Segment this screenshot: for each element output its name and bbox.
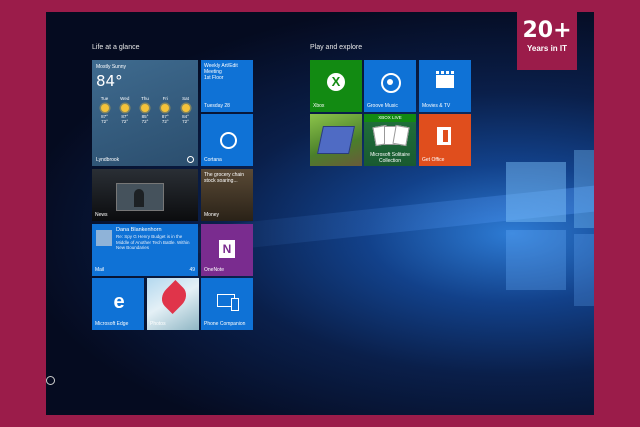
forecast-low: 72° xyxy=(141,119,149,124)
onenote-icon: N xyxy=(219,240,235,258)
mail-tile[interactable]: Dana Blankenhorn Re: Spy G Henry Budget … xyxy=(92,224,198,276)
brand-logo: 20+ Years in IT xyxy=(517,12,577,70)
groove-music-label: Groove Music xyxy=(367,103,398,109)
windows-logo-pane xyxy=(574,150,594,228)
xbox-live-banner: XBOX LIVE xyxy=(378,115,402,120)
forecast-high: 87° xyxy=(121,113,129,119)
forecast-day: Tue 87° 72° xyxy=(96,96,113,125)
photos-label: Photos xyxy=(150,321,166,327)
forecast-day: Wed 87° 72° xyxy=(116,96,133,125)
forecast-day-name: Tue xyxy=(100,96,109,101)
game-tile[interactable] xyxy=(310,114,362,166)
edge-tile[interactable]: e Microsoft Edge xyxy=(92,278,144,330)
playing-card-icon xyxy=(392,124,410,147)
sun-icon xyxy=(161,103,170,112)
sun-icon xyxy=(141,103,149,112)
money-tile[interactable]: The grocery chain stock soaring... Money xyxy=(201,169,253,221)
edge-icon: e xyxy=(113,291,125,313)
groove-music-icon-center xyxy=(387,79,393,85)
desktop-background: Life at a glance Play and explore Mostly… xyxy=(46,12,594,415)
brand-number: 20+ xyxy=(522,18,572,43)
forecast-day: Sat 84° 72° xyxy=(177,96,194,125)
photo-leaf-image xyxy=(157,280,191,314)
game-artwork xyxy=(317,126,355,154)
calendar-tile[interactable]: Weekly Art/Edit Meeting 1st Floor Tuesday… xyxy=(201,60,253,112)
forecast-high: 85° xyxy=(141,113,149,119)
money-label: Money xyxy=(204,212,220,218)
windows-logo-pane xyxy=(506,230,566,290)
forecast-high: 87° xyxy=(101,113,108,119)
movies-tv-tile[interactable]: Movies & TV xyxy=(419,60,471,112)
photos-tile[interactable]: Photos xyxy=(147,278,199,330)
calendar-event-location: 1st Floor xyxy=(204,75,224,81)
calendar-date: Tuesday 28 xyxy=(204,103,230,109)
forecast-day-name: Thu xyxy=(141,96,149,101)
forecast-low: 72° xyxy=(121,119,129,124)
weather-location: Lyndbrook xyxy=(96,157,120,163)
sun-icon xyxy=(100,103,109,112)
avatar xyxy=(96,230,112,246)
forecast-day-name: Fri xyxy=(162,96,168,101)
windows-logo-pane xyxy=(506,162,566,222)
brand-tagline: Years in IT xyxy=(526,44,568,53)
onenote-tile[interactable]: N OneNote xyxy=(201,224,253,276)
weather-condition: Mostly Sunny xyxy=(96,64,127,70)
forecast-low: 72° xyxy=(101,119,108,124)
group-title-play: Play and explore xyxy=(310,44,363,51)
mail-sender: Dana Blankenhorn xyxy=(116,227,162,233)
news-image-person xyxy=(134,189,144,207)
cortana-tile[interactable]: Cortana xyxy=(201,114,253,166)
onenote-label: OneNote xyxy=(204,267,225,273)
weather-temperature: 84° xyxy=(96,72,123,90)
groove-music-tile[interactable]: Groove Music xyxy=(364,60,416,112)
power-icon[interactable] xyxy=(46,376,55,385)
calendar-event-title: Weekly Art/Edit Meeting xyxy=(204,63,238,75)
get-office-tile[interactable]: Get Office xyxy=(419,114,471,166)
edge-label: Microsoft Edge xyxy=(95,321,129,327)
group-title-life: Life at a glance xyxy=(92,44,140,51)
calendar-event: Weekly Art/Edit Meeting 1st Floor xyxy=(204,63,250,81)
phone-companion-tile[interactable]: Phone Companion xyxy=(201,278,253,330)
cortana-label: Cortana xyxy=(204,157,222,163)
forecast-high: 84° xyxy=(182,113,189,119)
office-icon xyxy=(437,127,451,145)
weather-tile[interactable]: Mostly Sunny 84° Tue 87° 72° Wed 87° 72° Thu… xyxy=(92,60,198,166)
weather-forecast: Tue 87° 72° Wed 87° 72° Thu 85° 72° Fri 87° 72° … xyxy=(96,96,194,125)
mail-preview: Re: Spy G Henry Budget is in the Middle … xyxy=(116,234,190,250)
solitaire-tile[interactable]: XBOX LIVE Microsoft Solitaire Collection xyxy=(364,114,416,166)
forecast-day: Thu 85° 72° xyxy=(137,96,154,125)
get-office-label: Get Office xyxy=(422,157,445,163)
forecast-high: 87° xyxy=(161,113,169,119)
cortana-icon xyxy=(220,132,237,149)
phone-companion-label: Phone Companion xyxy=(204,321,246,327)
mail-label: Mail xyxy=(95,267,105,273)
news-tile[interactable]: News xyxy=(92,169,198,221)
forecast-low: 72° xyxy=(182,119,189,124)
sun-icon xyxy=(181,103,190,112)
refresh-icon xyxy=(187,156,194,163)
forecast-day-name: Wed xyxy=(120,96,130,101)
clapperboard-icon xyxy=(436,75,454,88)
windows-logo-pane xyxy=(574,234,594,306)
xbox-tile[interactable]: X Xbox xyxy=(310,60,362,112)
forecast-low: 72° xyxy=(161,119,169,124)
forecast-day: Fri 87° 72° xyxy=(157,96,174,125)
sun-icon xyxy=(120,103,129,112)
xbox-label: Xbox xyxy=(313,103,325,109)
xbox-icon: X xyxy=(327,73,345,91)
mail-count-badge: 49 xyxy=(189,267,195,273)
phone-icon xyxy=(231,298,239,311)
money-headline: The grocery chain stock soaring... xyxy=(204,172,245,184)
movies-tv-label: Movies & TV xyxy=(422,103,451,109)
solitaire-label: Microsoft Solitaire Collection xyxy=(370,152,410,164)
news-label: News xyxy=(95,212,108,218)
clapperboard-icon-top xyxy=(436,71,454,74)
forecast-day-name: Sat xyxy=(182,96,189,101)
